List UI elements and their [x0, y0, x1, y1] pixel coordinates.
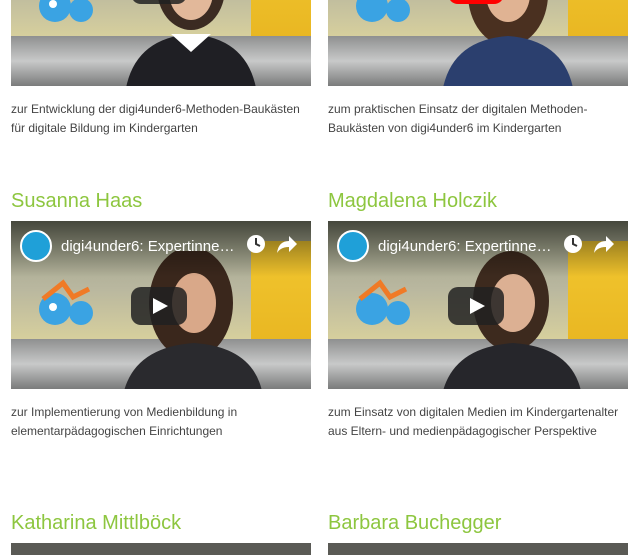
- robot-toy-image: [356, 279, 410, 325]
- video-title[interactable]: digi4under6: Expertinnen-...: [61, 238, 241, 255]
- person-name: Katharina Mittlböck: [11, 512, 182, 534]
- play-button[interactable]: [131, 287, 187, 325]
- person-name: Magdalena Holczik: [328, 190, 497, 212]
- watch-later-clock-icon[interactable]: [562, 233, 584, 255]
- robot-toy-image: [356, 0, 410, 22]
- watch-later-clock-icon[interactable]: [245, 233, 267, 255]
- share-arrow-icon[interactable]: [275, 233, 299, 255]
- play-button[interactable]: [131, 0, 187, 4]
- video-player[interactable]: digi4under6: Expertinnen-...: [328, 221, 628, 389]
- video-description: zur Entwicklung der digi4under6-Methoden…: [11, 102, 300, 135]
- video-description: zum praktischen Einsatz der digitalen Me…: [328, 102, 588, 135]
- video-player[interactable]: [328, 0, 628, 86]
- video-player[interactable]: digi4under6: Expertinnen-...: [11, 221, 311, 389]
- channel-avatar-icon[interactable]: [337, 230, 369, 262]
- play-button[interactable]: [448, 0, 504, 4]
- video-description: zur Implementierung von Medienbildung in…: [11, 405, 238, 438]
- video-player[interactable]: [11, 543, 311, 555]
- person-image: [443, 0, 573, 86]
- person-name: Barbara Buchegger: [328, 512, 502, 534]
- video-player[interactable]: [328, 543, 628, 555]
- page: zur Entwicklung der digi4under6-Methoden…: [0, 0, 640, 555]
- share-arrow-icon[interactable]: [592, 233, 616, 255]
- video-description: zum Einsatz von digitalen Medien im Kind…: [328, 405, 619, 438]
- robot-toy-image: [39, 279, 93, 325]
- person-name: Susanna Haas: [11, 190, 143, 212]
- channel-avatar-icon[interactable]: [20, 230, 52, 262]
- person-image: [126, 0, 256, 86]
- video-player[interactable]: [11, 0, 311, 86]
- robot-toy-image: [39, 0, 93, 22]
- video-title[interactable]: digi4under6: Expertinnen-...: [378, 238, 558, 255]
- play-button[interactable]: [448, 287, 504, 325]
